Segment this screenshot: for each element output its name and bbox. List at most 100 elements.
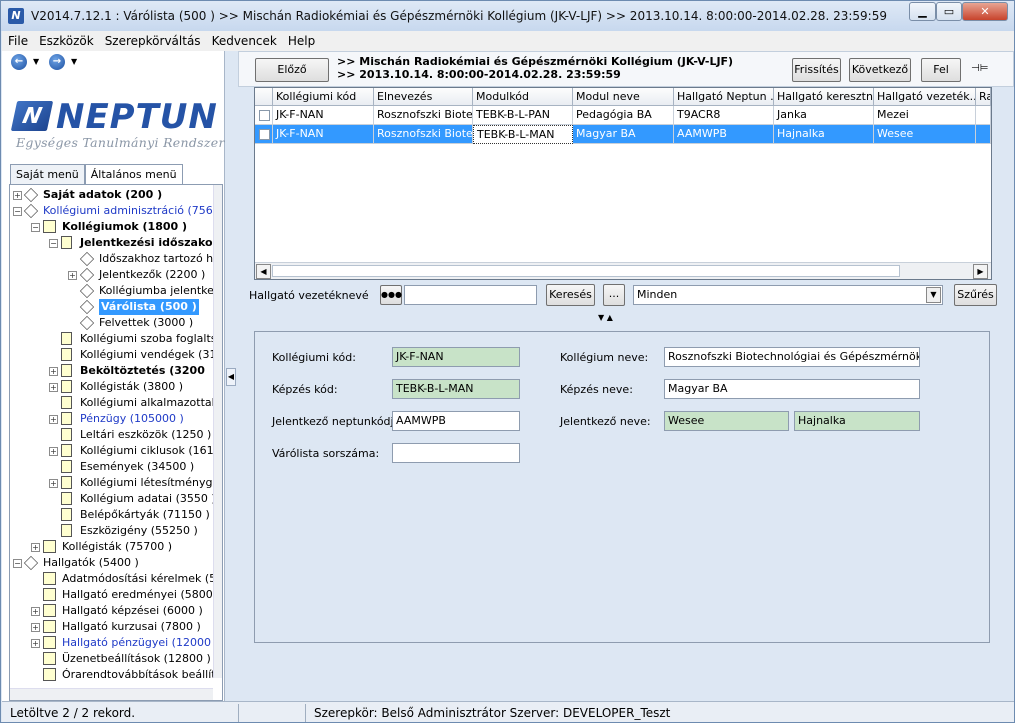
table-cell[interactable]: Hajnalka	[774, 125, 874, 144]
tree-item[interactable]: + Saját adatok (200 )	[10, 187, 213, 203]
menu-help[interactable]: Help	[282, 31, 320, 48]
grid-column-header[interactable]: Elnevezés	[374, 88, 473, 106]
maximize-button[interactable]: ▭	[936, 2, 962, 21]
expand-icon[interactable]: +	[31, 623, 40, 632]
tree-item[interactable]: + Kollégisták (75700 )	[10, 539, 213, 555]
prev-button[interactable]: Előző	[255, 58, 329, 82]
expand-icon[interactable]: +	[49, 447, 58, 456]
tree-item[interactable]: Órarendtovábbítások beállítás	[10, 667, 222, 683]
tree-item[interactable]: − Jelentkezési időszako	[10, 235, 213, 251]
tree-item[interactable]: Leltári eszközök (1250 )	[10, 427, 213, 443]
table-cell[interactable]: Mezei	[874, 106, 976, 125]
menu-eszkozok[interactable]: Eszközök	[33, 31, 99, 48]
tree-item[interactable]: + Jelentkezők (2200 )	[10, 267, 213, 283]
grid-column-header[interactable]: Hallgató keresztn...	[774, 88, 874, 106]
tree-item[interactable]: Időszakhoz tartozó ha	[10, 251, 220, 267]
table-cell[interactable]: T9ACR8	[674, 106, 774, 125]
tree-vertical-scrollbar[interactable]	[213, 185, 222, 678]
tree-item[interactable]: − Kollégiumok (1800 )	[10, 219, 213, 235]
tree-item[interactable]: + Hallgató képzései (6000 )	[10, 603, 213, 619]
kepzes-kod-field[interactable]: TEBK-B-L-MAN	[392, 379, 520, 399]
table-cell[interactable]	[976, 125, 991, 144]
vezeteknev-field[interactable]: Wesee	[664, 411, 789, 431]
menu-szerepkorvaltas[interactable]: Szerepkörváltás	[99, 31, 206, 48]
filter-button[interactable]: Szűrés	[954, 284, 997, 306]
expand-icon[interactable]: +	[68, 271, 77, 280]
grid-header-checkbox-col[interactable]	[255, 88, 273, 106]
next-button[interactable]: Következő	[849, 58, 911, 82]
collapse-icon[interactable]: −	[13, 207, 22, 216]
collapse-icon[interactable]: −	[31, 223, 40, 232]
expand-icon[interactable]: +	[13, 191, 22, 200]
expand-icon[interactable]: +	[31, 639, 40, 648]
pin-icon[interactable]: ⊣⊨	[971, 63, 988, 74]
tab-sajat-menu[interactable]: Saját menü	[10, 164, 85, 184]
table-cell[interactable]: TEBK-B-L-MAN	[473, 125, 573, 144]
grid-column-header[interactable]: Ra	[976, 88, 991, 106]
grid-column-header[interactable]: Kollégiumi kód	[273, 88, 374, 106]
tree-item[interactable]: + Pénzügy (105000 )	[10, 411, 213, 427]
tree-item[interactable]: Kollégiumba jelentkez	[10, 283, 220, 299]
expand-icon[interactable]: +	[49, 479, 58, 488]
tree-item[interactable]: − Hallgatók (5400 )	[10, 555, 213, 571]
minimize-button[interactable]: ▁	[909, 2, 936, 21]
tree-item[interactable]: + Kollégisták (3800 )	[10, 379, 213, 395]
table-cell[interactable]: JK-F-NAN	[273, 125, 374, 144]
tree-item[interactable]: − Kollégiumi adminisztráció (75650	[10, 203, 222, 219]
grid-column-header[interactable]: Modul neve	[573, 88, 674, 106]
grid-horizontal-scrollbar[interactable]: ◀ ▶	[255, 262, 991, 279]
keresztnev-field[interactable]: Hajnalka	[794, 411, 920, 431]
scroll-right-icon[interactable]: ▶	[973, 264, 988, 279]
expand-icon[interactable]: +	[49, 415, 58, 424]
table-row[interactable]: JK-F-NANRosznofszki BiotechTEBK-B-L-MANM…	[255, 125, 991, 144]
tree-item[interactable]: Adatmódosítási kérelmek (566	[10, 571, 222, 587]
table-cell[interactable]: Rosznofszki Biotech	[374, 125, 473, 144]
tree-item[interactable]: Felvettek (3000 )	[10, 315, 213, 331]
row-checkbox[interactable]	[259, 110, 270, 121]
chevron-down-icon[interactable]: ▼	[926, 287, 941, 303]
tree-item[interactable]: Várólista (500 )	[10, 299, 213, 315]
expand-icon[interactable]: +	[49, 367, 58, 376]
kollegiumi-kod-field[interactable]: JK-F-NAN	[392, 347, 520, 367]
back-dropdown-icon[interactable]: ▼	[33, 57, 39, 66]
row-select-cell[interactable]	[255, 106, 273, 125]
table-cell[interactable]: Pedagógia BA	[573, 106, 674, 125]
collapse-toggle[interactable]: ▼ ▲	[598, 314, 648, 323]
expand-icon[interactable]: +	[31, 543, 40, 552]
tree-item[interactable]: Kollégiumi vendégek (315	[10, 347, 222, 363]
panel-splitter[interactable]: ◀	[225, 51, 237, 701]
tree-item[interactable]: Kollégium adatai (3550 )	[10, 491, 216, 507]
tree-item[interactable]: + Kollégiumi ciklusok (1610	[10, 443, 221, 459]
grid-column-header[interactable]: Hallgató vezeték...	[874, 88, 976, 106]
tree-item[interactable]: Kollégiumi alkalmazottak (	[10, 395, 222, 411]
filter-select[interactable]: Minden ▼	[633, 285, 943, 305]
scroll-left-icon[interactable]: ◀	[256, 264, 271, 279]
ellipsis-button[interactable]: ...	[603, 284, 625, 306]
tab-altalanos-menu[interactable]: Általános menü	[84, 164, 183, 184]
tree-horizontal-scrollbar[interactable]	[10, 688, 213, 700]
close-button[interactable]: ✕	[962, 2, 1008, 21]
row-select-cell[interactable]	[255, 125, 273, 144]
tree-item[interactable]: + Hallgató pénzügyei (12000 )	[10, 635, 219, 651]
refresh-button[interactable]: Frissítés	[792, 58, 841, 82]
menu-file[interactable]: File	[2, 31, 33, 48]
expand-icon[interactable]: +	[31, 607, 40, 616]
options-dots-icon[interactable]: ●●●	[380, 285, 402, 305]
tree-item[interactable]: Hallgató eredményei (5800 )	[10, 587, 221, 603]
menu-kedvencek[interactable]: Kedvencek	[206, 31, 282, 48]
collapse-icon[interactable]: −	[49, 239, 58, 248]
tree-item[interactable]: Eszközigény (55250 )	[10, 523, 213, 539]
sorszam-field[interactable]	[392, 443, 520, 463]
tree-item[interactable]: Kollégiumi szoba foglaltsá	[10, 331, 222, 347]
tree-item[interactable]: Belépőkártyák (71150 )	[10, 507, 213, 523]
search-input[interactable]	[404, 285, 537, 305]
row-checkbox[interactable]	[259, 129, 270, 140]
tree-item[interactable]: + Beköltöztetés (3200	[10, 363, 213, 379]
search-button[interactable]: Keresés	[546, 284, 595, 306]
grid-column-header[interactable]: Hallgató Neptun ...	[674, 88, 774, 106]
neptun-kod-field[interactable]: AAMWPB	[392, 411, 520, 431]
up-button[interactable]: Fel	[921, 58, 961, 82]
forward-arrow-icon[interactable]: →	[49, 54, 65, 70]
back-arrow-icon[interactable]: ←	[11, 54, 27, 70]
tree-item[interactable]: Üzenetbeállítások (12800 )	[10, 651, 213, 667]
